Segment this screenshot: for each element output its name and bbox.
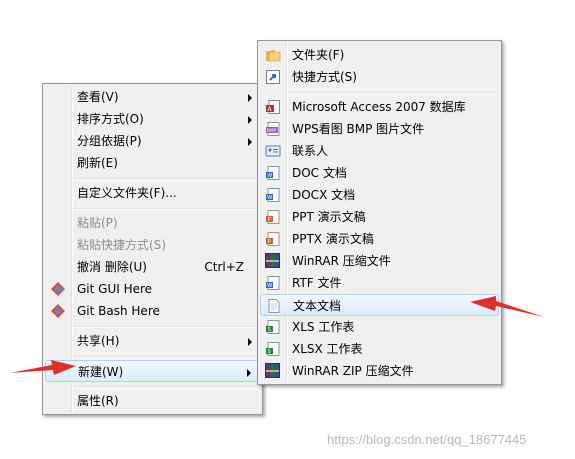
- text-document-icon: [268, 299, 280, 313]
- submenu-arrow-icon: [248, 338, 252, 346]
- menu-separator: [73, 178, 260, 180]
- annotation-arrow-right: [470, 296, 544, 317]
- folder-icon: [266, 50, 281, 62]
- xls-icon: S: [266, 320, 280, 334]
- bmp-icon: BMP: [266, 122, 280, 136]
- menu-item-label: PPTX 演示文稿: [292, 232, 374, 246]
- menu-separator: [288, 92, 499, 94]
- menu-item-paste-shortcut: 粘贴快捷方式(S): [45, 234, 260, 256]
- submenu-arrow-icon: [248, 138, 252, 146]
- new-docx-item[interactable]: W DOCX 文档: [260, 184, 499, 206]
- new-winrar-zip-item[interactable]: WinRAR ZIP 压缩文件: [260, 360, 499, 382]
- menu-separator: [73, 326, 260, 328]
- winrar-icon: [265, 253, 280, 268]
- menu-item-properties[interactable]: 属性(R): [45, 390, 260, 412]
- annotation-arrow-left: [10, 360, 76, 375]
- menu-item-label: DOC 文档: [292, 166, 347, 180]
- menu-item-label: XLS 工作表: [292, 320, 355, 334]
- menu-item-shortcut: Ctrl+Z: [204, 260, 244, 274]
- xlsx-icon: S: [266, 342, 280, 356]
- menu-item-share[interactable]: 共享(H): [45, 330, 260, 352]
- menu-item-sort-by[interactable]: 排序方式(O): [45, 108, 260, 130]
- menu-item-refresh[interactable]: 刷新(E): [45, 152, 260, 174]
- git-gui-icon: [51, 282, 65, 296]
- svg-text:BMP: BMP: [267, 128, 277, 134]
- svg-text:W: W: [267, 195, 272, 201]
- ppt-icon: P: [266, 210, 280, 224]
- menu-item-label: 分组依据(P): [77, 134, 142, 148]
- menu-item-label: Git Bash Here: [77, 304, 160, 318]
- menu-item-label: RTF 文件: [292, 276, 342, 290]
- menu-item-paste: 粘贴(P): [45, 212, 260, 234]
- menu-item-git-gui[interactable]: Git GUI Here: [45, 278, 260, 300]
- rtf-icon: W: [266, 276, 280, 290]
- contact-icon: [265, 145, 281, 157]
- menu-item-label: 查看(V): [77, 90, 119, 104]
- menu-item-label: 联系人: [292, 144, 329, 158]
- new-folder-item[interactable]: 文件夹(F): [260, 44, 499, 66]
- menu-item-customize-folder[interactable]: 自定义文件夹(F)...: [45, 182, 260, 204]
- menu-item-label: 排序方式(O): [77, 112, 144, 126]
- menu-separator: [73, 386, 260, 388]
- menu-item-label: 粘贴快捷方式(S): [77, 238, 166, 252]
- menu-item-group-by[interactable]: 分组依据(P): [45, 130, 260, 152]
- pptx-icon: P: [266, 232, 280, 246]
- submenu-arrow-icon: [248, 116, 252, 124]
- svg-text:S: S: [268, 349, 271, 355]
- svg-text:W: W: [267, 283, 272, 289]
- menu-item-label: XLSX 工作表: [292, 342, 363, 356]
- submenu-arrow-icon: [247, 369, 251, 377]
- svg-text:P: P: [268, 239, 271, 245]
- new-shortcut-item[interactable]: 快捷方式(S): [260, 66, 499, 88]
- new-text-document-item[interactable]: 文本文档: [260, 294, 499, 316]
- svg-text:W: W: [267, 173, 272, 179]
- menu-separator: [73, 356, 260, 358]
- new-bmp-image-item[interactable]: BMP WPS看图 BMP 图片文件: [260, 118, 499, 140]
- docx-icon: W: [266, 188, 280, 202]
- git-bash-icon: [51, 304, 65, 318]
- shortcut-icon: [266, 70, 280, 84]
- menu-item-view[interactable]: 查看(V): [45, 86, 260, 108]
- menu-item-label: Microsoft Access 2007 数据库: [292, 100, 466, 114]
- new-doc-item[interactable]: W DOC 文档: [260, 162, 499, 184]
- svg-text:P: P: [268, 217, 271, 223]
- menu-item-label: 粘贴(P): [77, 216, 118, 230]
- submenu-arrow-icon: [248, 94, 252, 102]
- menu-item-label: 撤消 删除(U): [77, 260, 147, 274]
- menu-item-label: 共享(H): [77, 334, 120, 348]
- new-pptx-item[interactable]: P PPTX 演示文稿: [260, 228, 499, 250]
- menu-item-label: 快捷方式(S): [292, 70, 357, 84]
- menu-item-label: Git GUI Here: [77, 282, 153, 296]
- menu-item-label: WPS看图 BMP 图片文件: [292, 122, 425, 136]
- doc-icon: W: [266, 166, 280, 180]
- new-xls-item[interactable]: S XLS 工作表: [260, 316, 499, 338]
- access-icon: A: [266, 100, 280, 114]
- new-ppt-item[interactable]: P PPT 演示文稿: [260, 206, 499, 228]
- menu-item-label: 文件夹(F): [292, 48, 345, 62]
- menu-item-undo-delete[interactable]: 撤消 删除(U) Ctrl+Z: [45, 256, 260, 278]
- menu-item-git-bash[interactable]: Git Bash Here: [45, 300, 260, 322]
- menu-item-label: WinRAR ZIP 压缩文件: [292, 364, 414, 378]
- svg-text:S: S: [268, 327, 271, 333]
- watermark-text: https://blog.csdn.net/qq_18677445: [327, 432, 527, 447]
- menu-item-label: 刷新(E): [77, 156, 118, 170]
- menu-item-label: PPT 演示文稿: [292, 210, 366, 224]
- menu-item-label: DOCX 文档: [292, 188, 356, 202]
- new-xlsx-item[interactable]: S XLSX 工作表: [260, 338, 499, 360]
- winrar-zip-icon: [265, 363, 280, 378]
- menu-item-label: 文本文档: [293, 299, 342, 313]
- new-submenu: 文件夹(F) 快捷方式(S) A Microsoft Access 2007 数…: [257, 40, 502, 385]
- menu-separator: [73, 208, 260, 210]
- new-rtf-item[interactable]: W RTF 文件: [260, 272, 499, 294]
- new-access-db-item[interactable]: A Microsoft Access 2007 数据库: [260, 96, 499, 118]
- menu-item-label: 新建(W): [78, 365, 124, 379]
- menu-item-label: 自定义文件夹(F)...: [77, 186, 177, 200]
- menu-item-label: WinRAR 压缩文件: [292, 254, 391, 268]
- new-contact-item[interactable]: 联系人: [260, 140, 499, 162]
- menu-item-label: 属性(R): [77, 394, 119, 408]
- new-winrar-item[interactable]: WinRAR 压缩文件: [260, 250, 499, 272]
